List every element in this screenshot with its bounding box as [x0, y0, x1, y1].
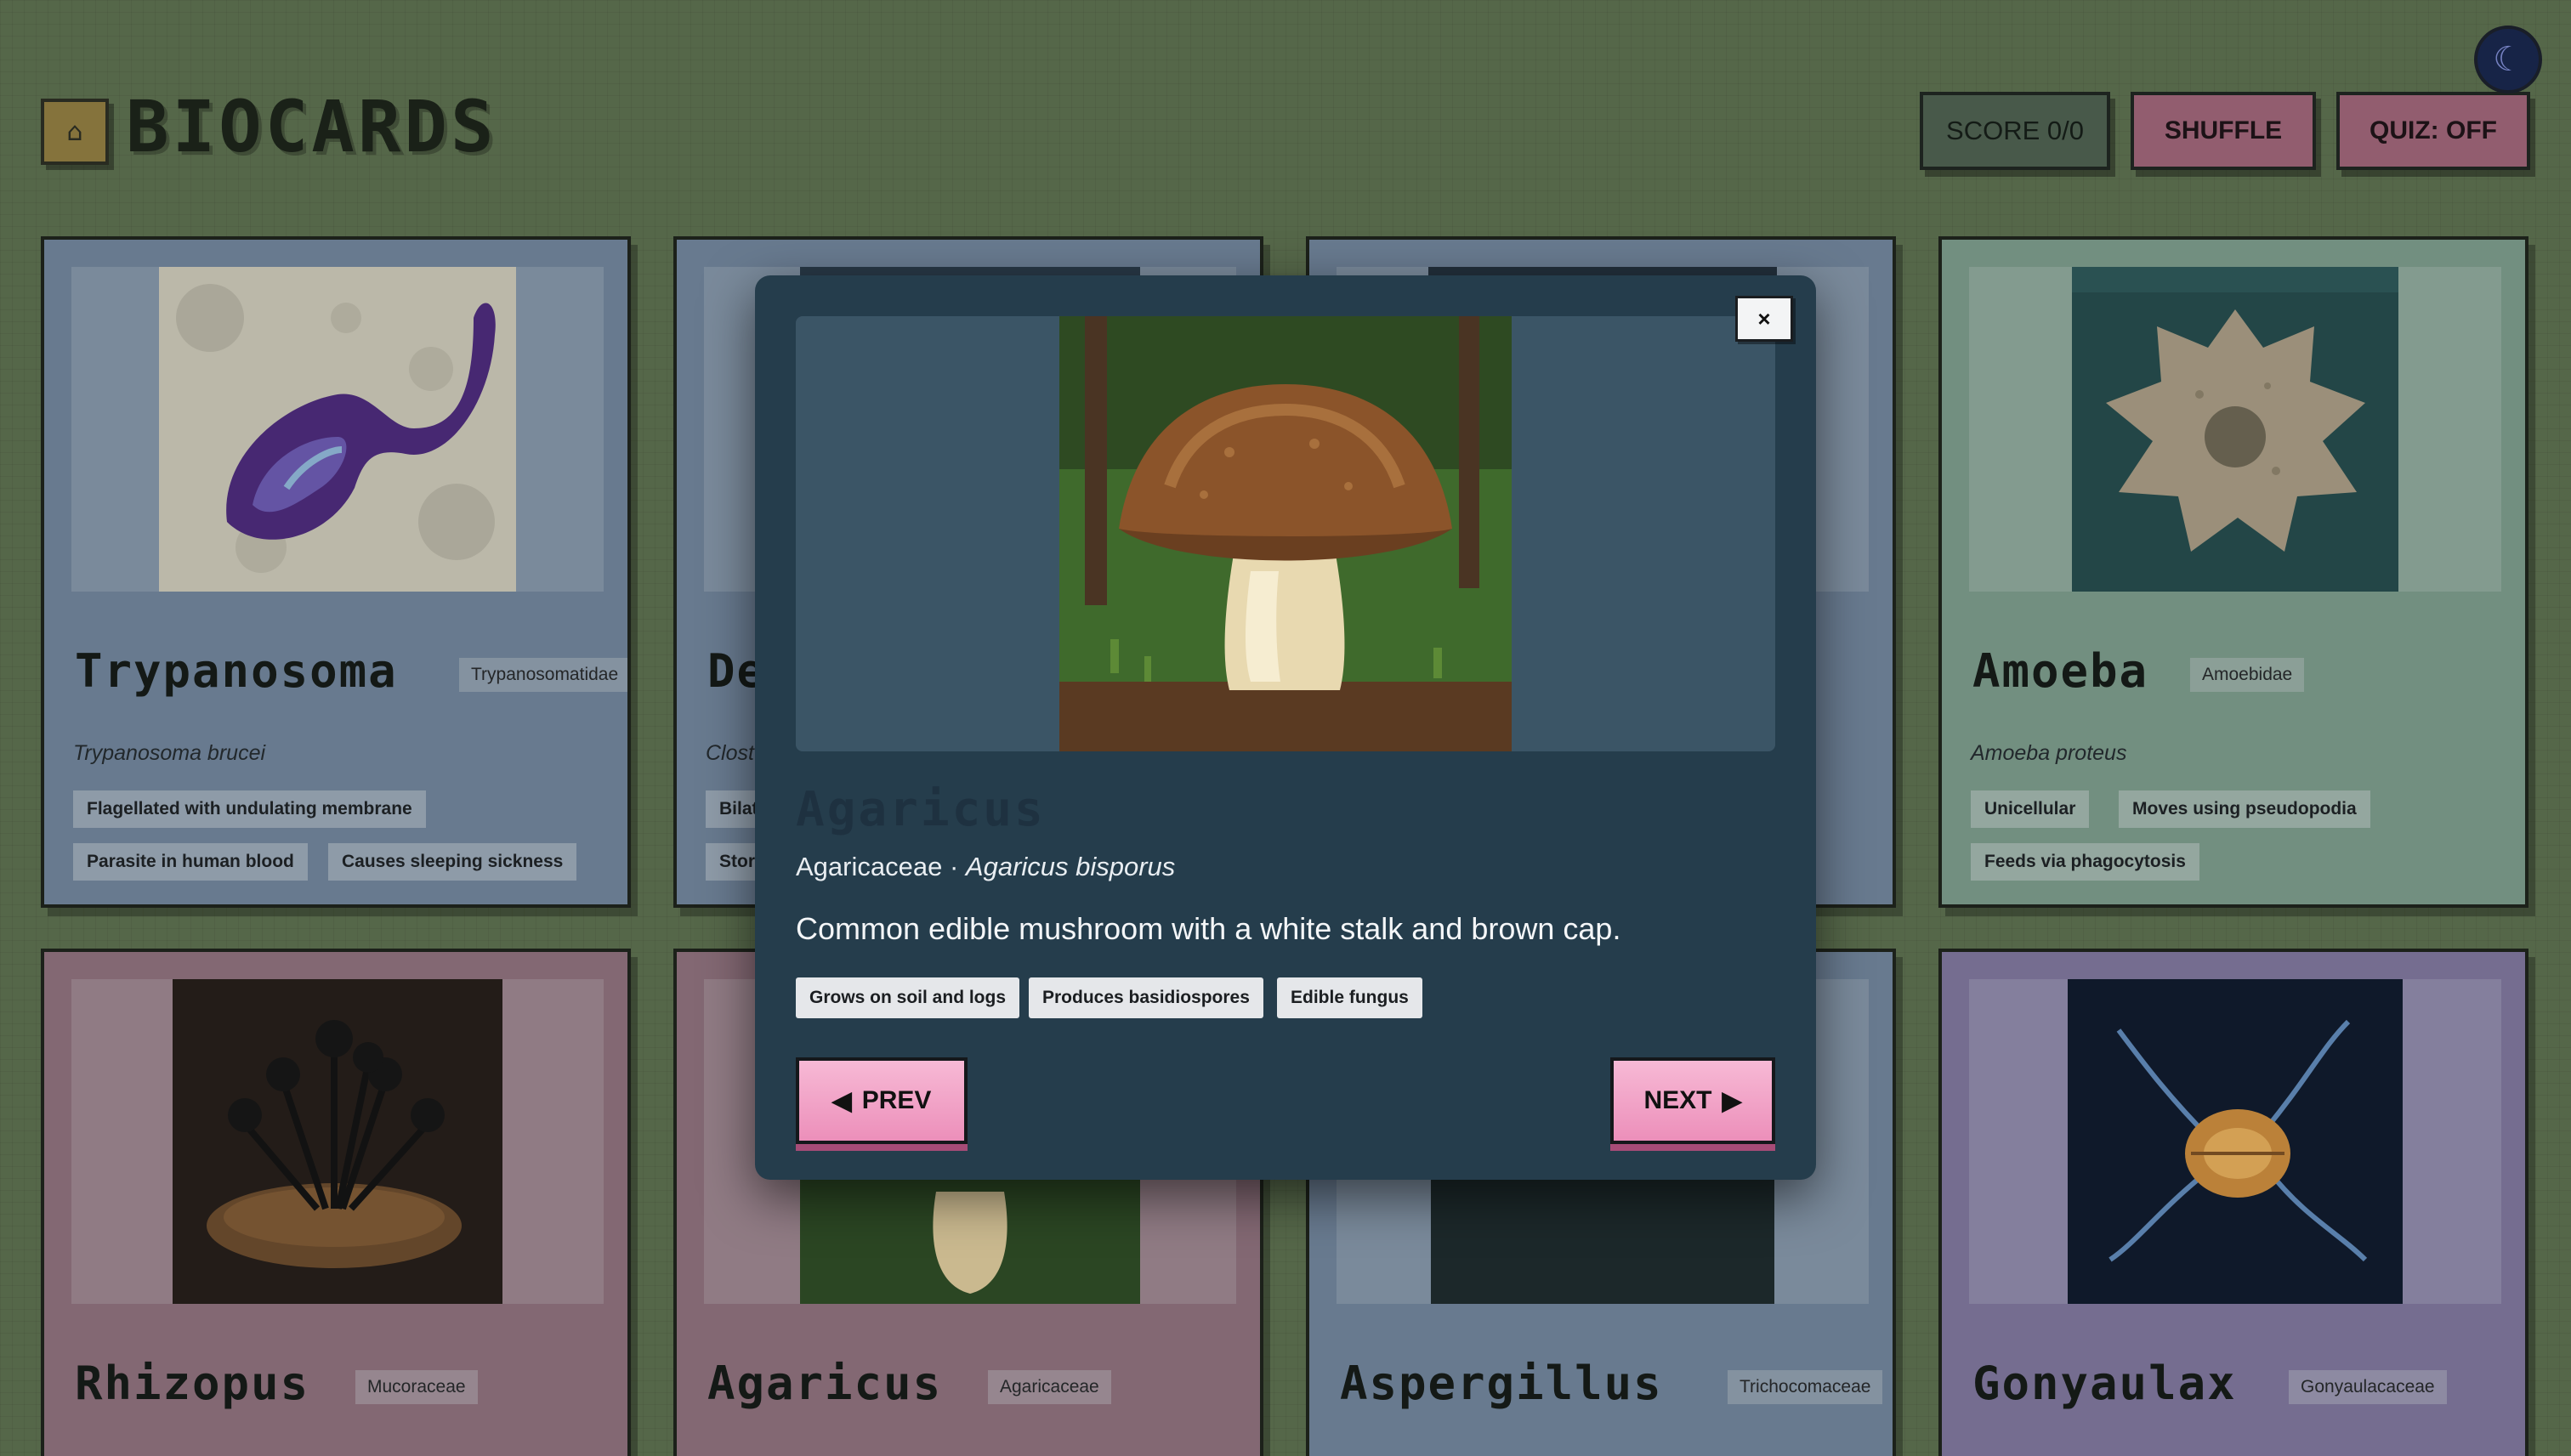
caret-left-icon: ◀ [831, 1086, 852, 1115]
modal-family: Agaricaceae [796, 852, 943, 881]
next-label: NEXT [1643, 1086, 1712, 1114]
card-detail-modal: × Agaricus Agaricaceae · Agaricus bispor… [755, 275, 1816, 1180]
modal-trait-chip: Grows on soil and logs [796, 977, 1020, 1018]
modal-taxonomy: Agaricaceae · Agaricus bisporus [796, 852, 1175, 882]
prev-button[interactable]: ◀ PREV [796, 1057, 968, 1144]
agaricus-image [1059, 316, 1512, 751]
caret-right-icon: ▶ [1722, 1086, 1742, 1115]
modal-trait-chip: Edible fungus [1277, 977, 1422, 1018]
taxonomy-separator: · [942, 852, 966, 881]
modal-image-frame [796, 316, 1775, 751]
modal-trait-chip: Produces basidiospores [1029, 977, 1263, 1018]
modal-close-button[interactable]: × [1735, 296, 1793, 342]
modal-species: Agaricus bisporus [965, 852, 1176, 881]
modal-title: Agaricus [796, 782, 1046, 837]
prev-label: PREV [861, 1086, 932, 1114]
modal-description: Common edible mushroom with a white stal… [796, 911, 1621, 946]
next-button[interactable]: NEXT ▶ [1610, 1057, 1775, 1144]
